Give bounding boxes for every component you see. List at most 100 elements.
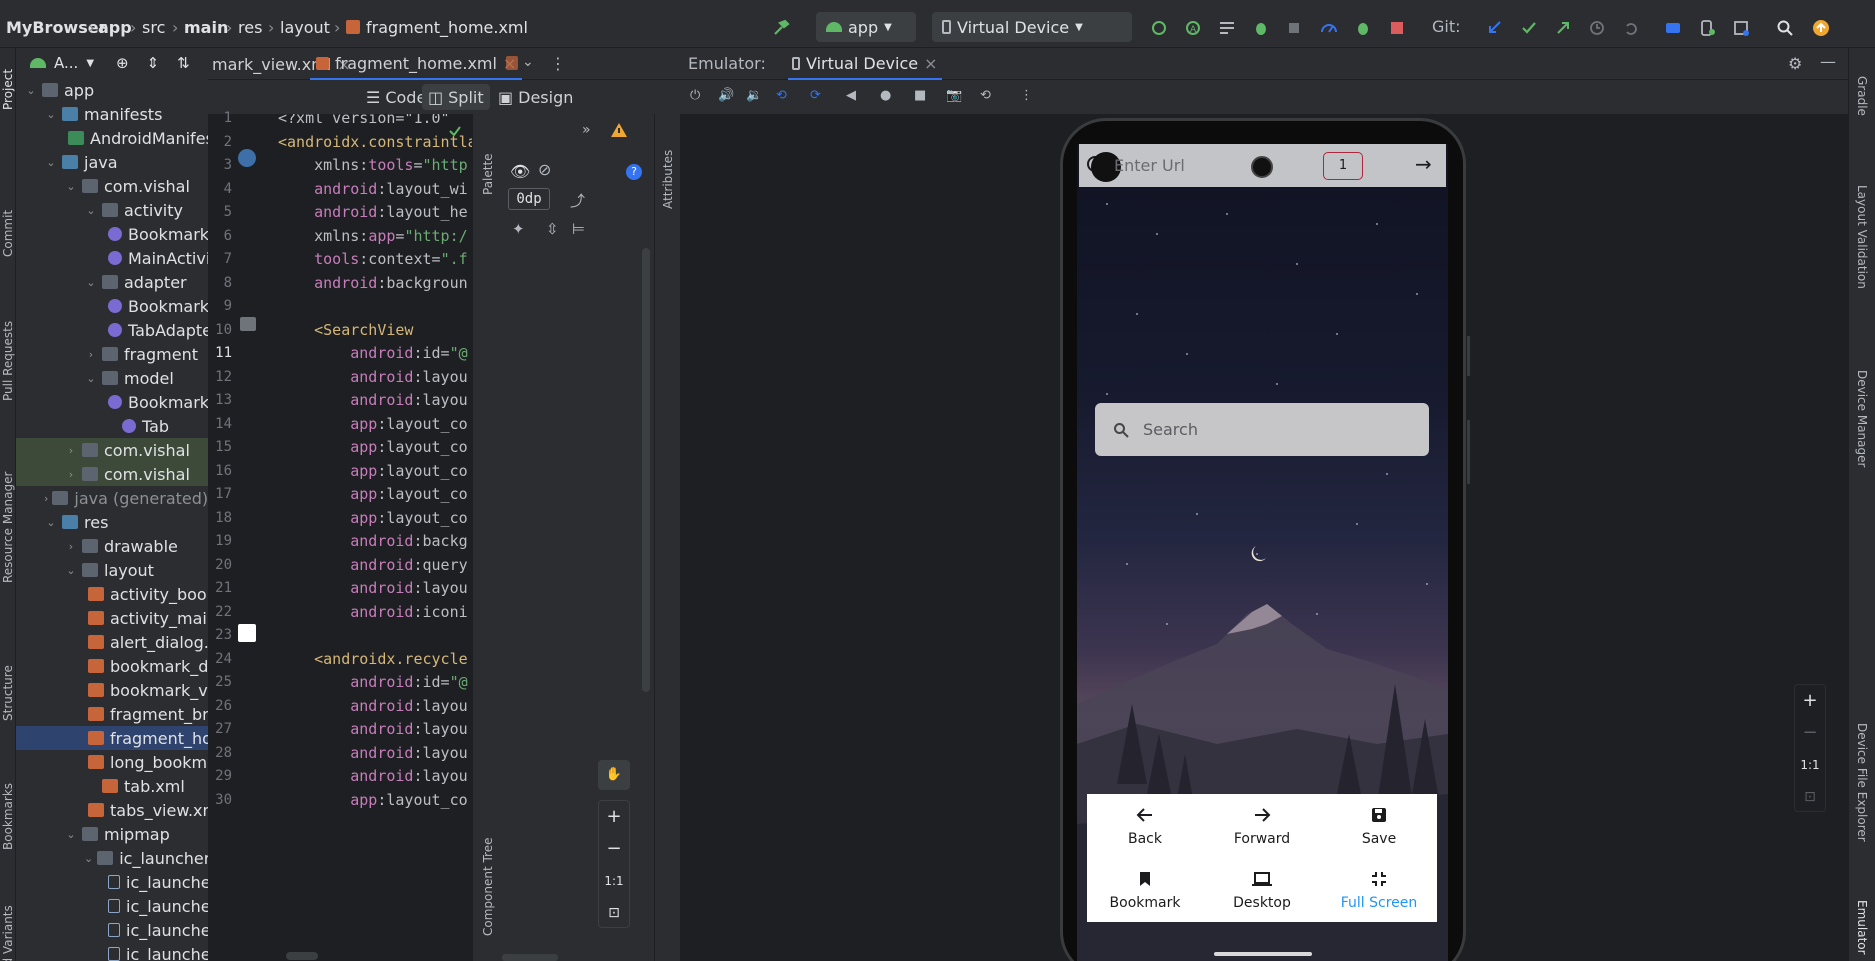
chevron-down-icon[interactable]: ▼ [86,58,94,69]
tool-device-manager[interactable]: Device Manager [1854,344,1870,494]
zoom-reset-button[interactable]: 1:1 [599,865,629,897]
tree-item[interactable]: ⌄ app [16,78,208,102]
tree-item[interactable]: ⌄ java [16,150,208,174]
url-input[interactable]: Enter Url [1114,156,1185,175]
chevron-right-icon[interactable]: › [44,492,48,505]
camera-icon[interactable]: 📷 [946,88,962,103]
overview-square-icon[interactable]: ■ [914,88,926,103]
power-icon[interactable]: ⏻ [690,88,700,103]
attach-process-icon[interactable] [1354,19,1372,37]
chevron-right-icon[interactable]: › [64,468,78,481]
eye-icon[interactable]: 👁 [510,162,530,181]
chevron-right-icon[interactable]: › [84,348,98,361]
tree-item[interactable]: tab.xml [16,774,208,798]
code-line[interactable]: android:query [278,556,467,574]
breadcrumb-module[interactable]: app [98,18,132,37]
tool-layout-validation[interactable]: Layout Validation [1854,152,1870,322]
image-gutter-icon[interactable] [240,317,256,331]
rotate-right-icon[interactable]: ⟳ [810,88,821,103]
code-line[interactable]: app:layout_co [278,509,467,527]
code-line[interactable]: xmlns:app="http:/ [278,227,468,245]
code-line[interactable]: app:layout_co [278,438,467,456]
infer-constraints-icon[interactable]: ✦ [512,220,525,238]
code-line[interactable]: <SearchView [278,321,413,339]
code-line[interactable]: app:layout_co [278,415,467,433]
tree-item[interactable]: ⌄ adapter [16,270,208,294]
tree-item[interactable]: ic_launcher.png [16,870,208,894]
tree-item[interactable]: › fragment [16,342,208,366]
code-line[interactable]: android:layou [278,697,467,715]
tool-commit[interactable]: Commit [0,198,16,268]
code-line[interactable]: android:id="@ [278,344,467,362]
vertical-scrollbar[interactable] [642,248,650,692]
zoom-reset-button[interactable]: 1:1 [1795,749,1825,781]
chevron-down-icon[interactable]: ⌄ [44,516,58,529]
chevron-down-icon[interactable]: ⌄ [84,204,98,217]
tree-item[interactable]: ⌄ activity [16,198,208,222]
zoom-in-icon[interactable]: + [599,801,629,833]
default-margin-select[interactable]: 0dp [508,188,550,210]
tool-bookmarks[interactable]: Bookmarks [0,766,16,866]
go-arrow-icon[interactable]: → [1415,152,1432,176]
code-line[interactable]: app:layout_co [278,791,467,809]
tree-item[interactable]: ⌄ mipmap [16,822,208,846]
tool-structure[interactable]: Structure [0,648,16,738]
code-line[interactable]: android:backg [278,532,467,550]
code-line[interactable]: <androidx.recycle [278,650,468,668]
tool-resource-manager[interactable]: Resource Manager [0,452,16,602]
breadcrumb-res[interactable]: res [238,18,262,37]
code-line[interactable]: android:iconi [278,603,467,621]
home-circle-icon[interactable]: ● [880,88,891,103]
tree-item[interactable]: ⌄ layout [16,558,208,582]
code-line[interactable]: android:layou [278,391,467,409]
tree-item[interactable]: bookmark_view.xml [16,678,208,702]
breadcrumb-src[interactable]: src [142,18,165,37]
tree-item[interactable]: › java (generated) [16,486,208,510]
sheet-back-button[interactable]: Back [1087,796,1203,858]
tool-emulator[interactable]: Emulator [1854,894,1870,961]
code-line[interactable]: android:id="@ [278,673,467,691]
volume-up-icon[interactable]: 🔊 [718,88,734,103]
phone-side-button[interactable] [1467,420,1470,484]
mode-design-button[interactable]: ▣ Design [492,84,579,110]
tree-item[interactable]: Bookmark [16,390,208,414]
code-line[interactable]: android:layou [278,744,467,762]
device-mirroring-icon[interactable] [1698,19,1716,37]
tree-item[interactable]: Tab [16,414,208,438]
tree-item[interactable]: ic_launcher.png [16,942,208,961]
tool-project[interactable]: Project [0,54,16,124]
more-vertical-icon[interactable]: ⋮ [1020,88,1033,103]
code-line[interactable]: <androidx.constraintlayout [278,133,472,151]
code-line[interactable]: android:layout_wi [278,180,468,198]
collapse-all-icon[interactable]: ⇕ [147,54,160,72]
pan-hand-icon[interactable]: ✋ [598,760,630,790]
more-chevron-icon[interactable]: » [582,122,591,138]
tab-count-button[interactable]: 1 [1323,152,1363,180]
tree-item[interactable]: BookmarkAdapter [16,294,208,318]
volume-down-icon[interactable]: 🔉 [746,88,762,103]
tree-item[interactable]: › drawable [16,534,208,558]
tree-item[interactable]: activity_bookmark.xml [16,582,208,606]
back-triangle-icon[interactable]: ◀ [846,88,856,103]
git-commit-icon[interactable] [1520,19,1538,37]
tree-item[interactable]: alert_dialog.xml [16,630,208,654]
pack-icon[interactable]: ⇳ [546,220,559,238]
color-swatch-gutter-icon[interactable] [238,624,256,642]
history-icon[interactable] [1588,19,1606,37]
tool-build-variants[interactable]: Build Variants [0,884,16,961]
tree-item[interactable]: ⌄ model [16,366,208,390]
tree-item[interactable]: ic_launcher.png [16,918,208,942]
tool-attributes[interactable]: Attributes [660,124,676,234]
tool-pull-requests[interactable]: Pull Requests [0,296,16,426]
tree-item[interactable]: › com.vishal [16,438,208,462]
horizontal-scrollbar[interactable] [502,954,558,961]
tree-item[interactable]: MainActivity [16,246,208,270]
tree-item[interactable]: bookmark_dialog.xml [16,654,208,678]
tree-item[interactable]: ⌄ res [16,510,208,534]
tree-item[interactable]: ⌄ com.vishal [16,174,208,198]
chevron-down-icon[interactable]: ⌄ [64,564,78,577]
apply-changes-icon[interactable] [1150,19,1168,37]
stop-icon[interactable] [1388,19,1406,37]
zoom-fit-icon[interactable]: ⊡ [599,897,629,929]
tree-item[interactable]: ic_launcher.png [16,894,208,918]
